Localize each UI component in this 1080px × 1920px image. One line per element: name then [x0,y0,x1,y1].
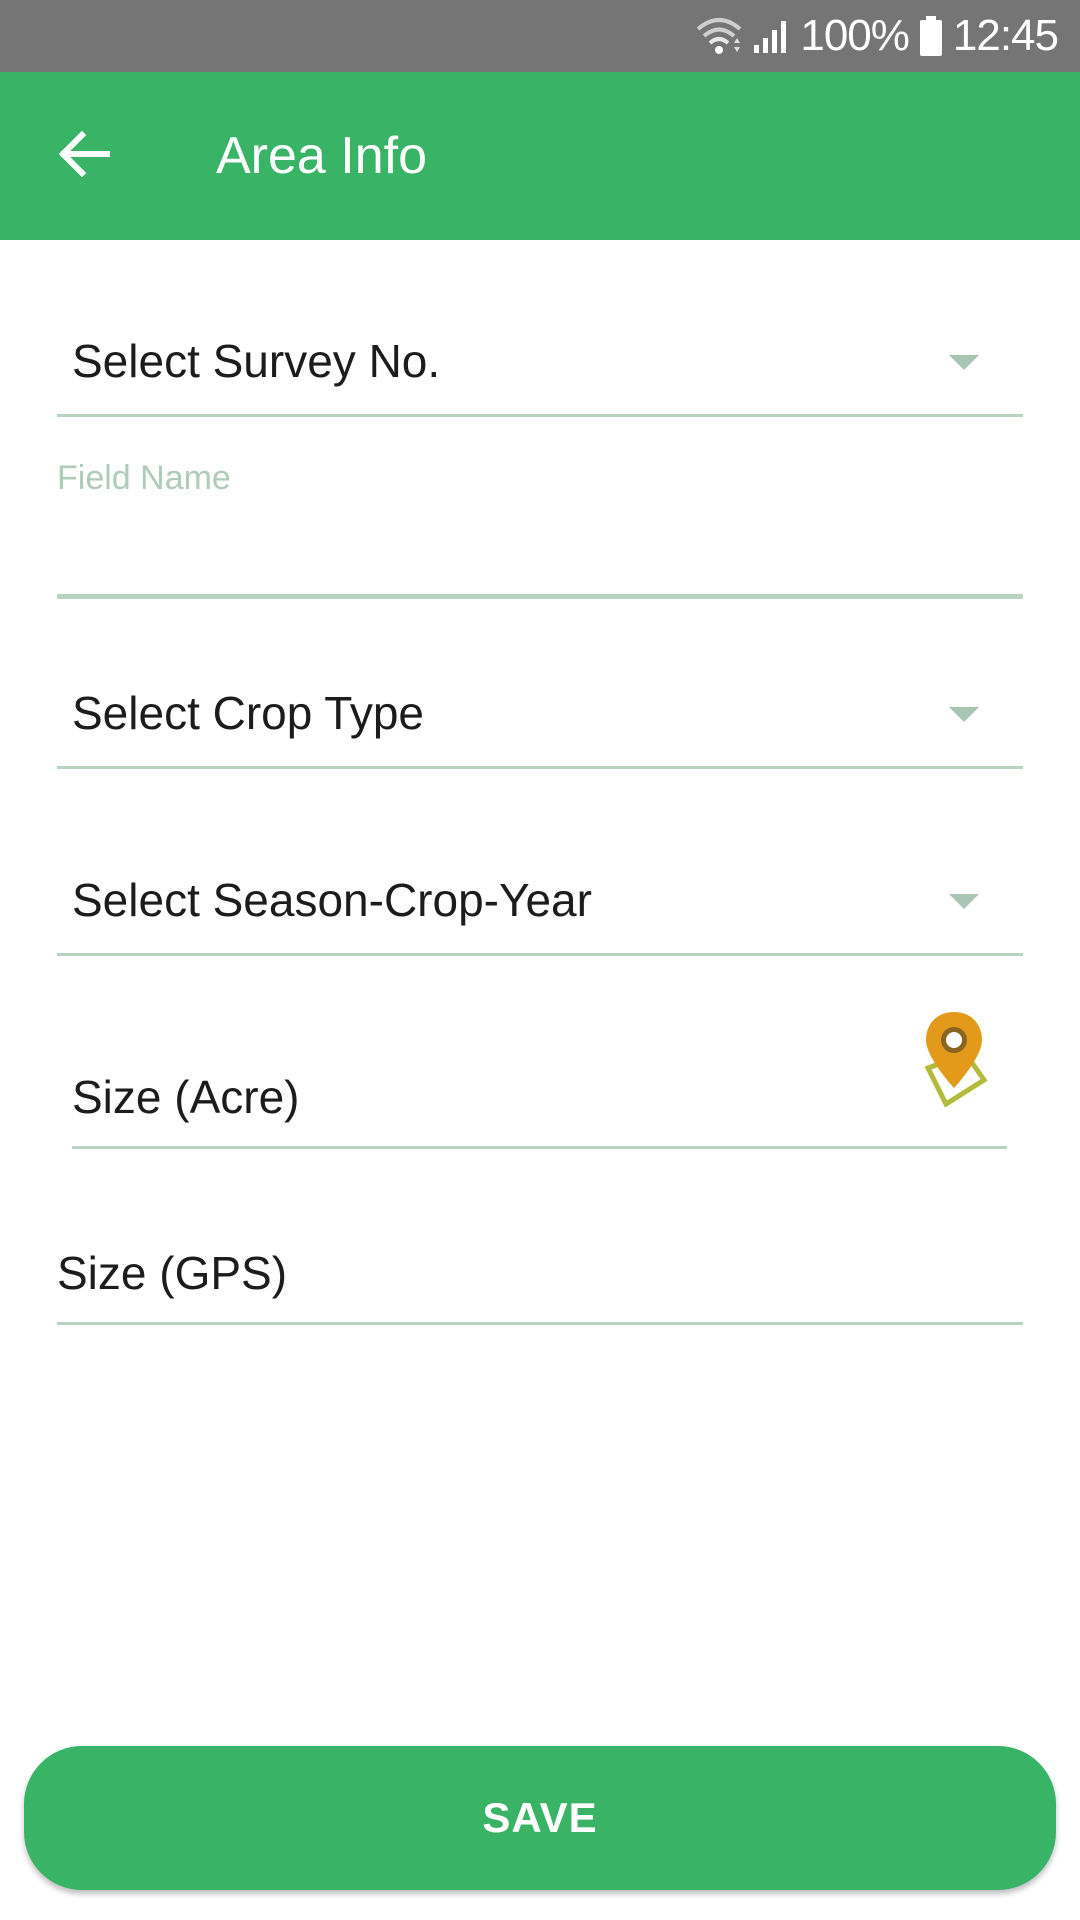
crop-type-select-text: Select Crop Type [72,687,425,739]
season-crop-year-select[interactable]: Select Season-Crop-Year [57,857,1023,956]
gps-location-button[interactable] [918,1010,988,1110]
back-button[interactable] [44,116,124,196]
size-gps-field [57,1232,1023,1325]
save-button[interactable]: SAVE [24,1746,1056,1890]
chevron-down-icon [949,355,979,370]
size-gps-input[interactable] [57,1246,1023,1300]
field-name-label: Field Name [57,459,231,497]
signal-icon [752,17,790,55]
app-bar: Area Info [0,72,1080,240]
size-acre-field [72,1056,1007,1149]
battery-level: 100% [800,11,910,60]
arrow-left-icon [58,130,111,182]
crop-type-select[interactable]: Select Crop Type [57,670,1023,769]
status-icons: 100% 12:45 [696,0,1059,72]
map-pin-icon [918,1012,988,1114]
size-acre-input[interactable] [72,1070,1007,1124]
chevron-down-icon [949,707,979,722]
field-name-input[interactable] [72,524,1016,580]
battery-icon [919,16,943,56]
survey-number-select-text: Select Survey No. [72,335,441,387]
chevron-down-icon [949,894,979,909]
field-name-field [57,500,1023,599]
page-title: Area Info [216,127,428,185]
area-info-screen: 100% 12:45 Area Info Select Survey No. F [0,0,1080,1920]
season-crop-year-select-text: Select Season-Crop-Year [72,874,592,926]
status-bar: 100% 12:45 [0,0,1080,72]
clock: 12:45 [952,11,1059,60]
wifi-icon [696,17,742,55]
survey-number-select[interactable]: Select Survey No. [57,318,1023,417]
